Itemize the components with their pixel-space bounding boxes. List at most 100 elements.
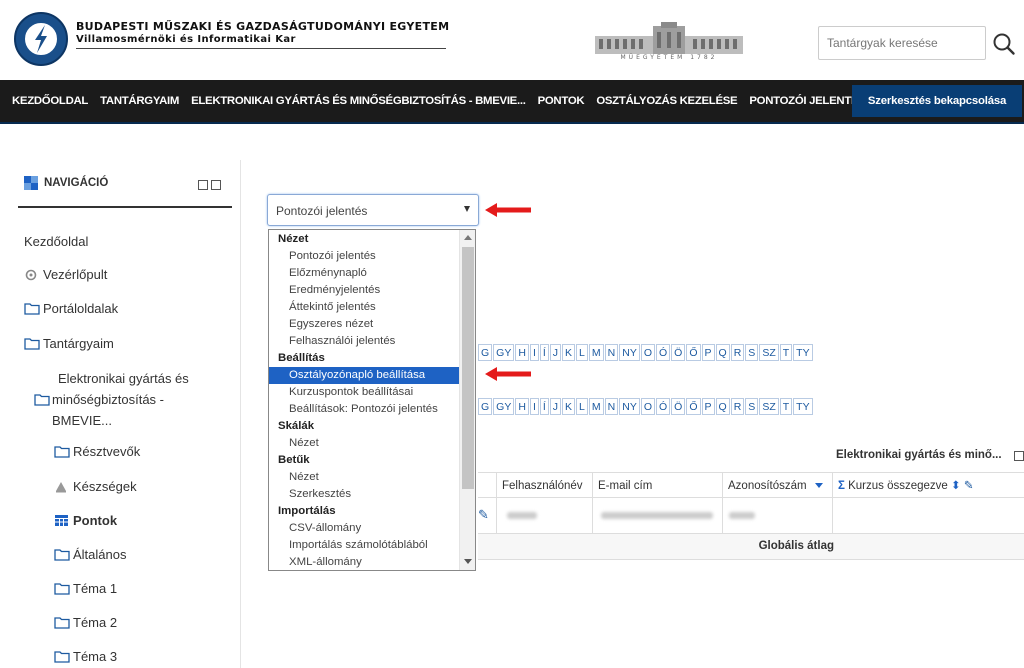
initial-letter-link[interactable]: Ő [686, 398, 701, 415]
report-option[interactable]: Szerkesztés [269, 486, 459, 503]
initial-letter-link[interactable]: H [515, 398, 529, 415]
sidebar-item-home[interactable]: Kezdőoldal [24, 234, 88, 249]
initial-letter-link[interactable]: K [562, 344, 576, 361]
initial-letter-link[interactable]: S [745, 344, 759, 361]
search-icon[interactable] [990, 30, 1018, 58]
initial-letter-link[interactable]: R [730, 344, 745, 361]
initial-letter-link[interactable]: M [588, 398, 604, 415]
nav-grader-report[interactable]: PONTOZÓI JELENTÉS [749, 95, 866, 107]
report-option[interactable]: Előzménynapló [269, 265, 459, 282]
collapse-category-icon[interactable] [1014, 451, 1024, 461]
course-total-cell[interactable] [832, 498, 1024, 534]
sort-icon[interactable]: ⬍ [951, 480, 961, 492]
sidebar-item-topic-2[interactable]: Téma 2 [54, 615, 117, 630]
initial-letter-link[interactable]: Í [539, 398, 549, 415]
turn-editing-on-button[interactable]: Szerkesztés bekapcsolása [852, 85, 1022, 117]
initial-letter-link[interactable]: I [529, 344, 539, 361]
initial-letter-link[interactable]: H [515, 344, 529, 361]
initial-letter-link[interactable]: TY [793, 344, 813, 361]
report-option[interactable]: Áttekintő jelentés [269, 299, 459, 316]
report-option[interactable]: Osztályozónapló beállítása [269, 367, 459, 384]
initial-letter-link[interactable]: T [779, 344, 793, 361]
sidebar-item-my-courses[interactable]: Tantárgyaim [24, 336, 114, 351]
initial-letter-link[interactable]: SZ [759, 344, 779, 361]
username-column-header[interactable]: Felhasználónév [496, 473, 592, 499]
scroll-up-icon[interactable] [464, 235, 472, 240]
sidebar-item-dashboard[interactable]: Vezérlőpult [24, 267, 107, 282]
sidebar-item-grades[interactable]: Pontok [54, 513, 117, 528]
initial-letter-link[interactable]: Ó [656, 344, 671, 361]
initial-letter-link[interactable]: Q [715, 344, 730, 361]
initial-letter-link[interactable]: G [478, 398, 493, 415]
initial-letter-link[interactable]: O [640, 398, 655, 415]
sidebar-item-site-pages[interactable]: Portáloldalak [24, 301, 118, 316]
initial-letter-link[interactable]: Ó [656, 398, 671, 415]
initial-letter-link[interactable]: S [745, 398, 759, 415]
nav-grades[interactable]: PONTOK [538, 95, 585, 107]
initial-letter-link[interactable]: Q [715, 398, 730, 415]
initial-letter-link[interactable]: Í [539, 344, 549, 361]
sidebar-item-topic-3[interactable]: Téma 3 [54, 649, 117, 664]
initial-letter-link[interactable]: Ő [686, 344, 701, 361]
initial-letter-link[interactable]: TY [793, 398, 813, 415]
initial-letter-link[interactable]: GY [493, 344, 515, 361]
report-option[interactable]: Pontozói jelentés [269, 248, 459, 265]
university-logo[interactable] [14, 12, 68, 66]
initial-letter-link[interactable]: GY [493, 398, 515, 415]
initial-letter-link[interactable]: N [604, 398, 619, 415]
sort-desc-icon[interactable] [814, 483, 823, 488]
report-option[interactable]: Nézet [269, 469, 459, 486]
report-option[interactable]: Kurzuspontok beállításai [269, 384, 459, 401]
nav-course[interactable]: ELEKTRONIKAI GYÁRTÁS ÉS MINŐSÉGBIZTOSÍTÁ… [191, 95, 526, 107]
scrollbar-thumb[interactable] [462, 247, 474, 489]
nav-home[interactable]: KEZDŐOLDAL [12, 95, 88, 107]
report-option[interactable]: Eredményjelentés [269, 282, 459, 299]
dropdown-scrollbar[interactable] [459, 230, 475, 570]
initial-letter-link[interactable]: I [529, 398, 539, 415]
initial-letter-link[interactable]: NY [619, 398, 640, 415]
initial-letter-link[interactable]: N [604, 344, 619, 361]
report-option[interactable]: CSV-állomány [269, 520, 459, 537]
initial-letter-link[interactable]: Ö [671, 398, 686, 415]
nav-grade-admin[interactable]: OSZTÁLYOZÁS KEZELÉSE [596, 95, 737, 107]
initial-letter-link[interactable]: K [562, 398, 576, 415]
initial-letter-link[interactable]: P [701, 344, 715, 361]
initial-letter-link[interactable]: P [701, 398, 715, 415]
dock-block-icon[interactable] [211, 180, 221, 190]
scroll-down-icon[interactable] [464, 559, 472, 564]
id-number-column-header[interactable]: Azonosítószám [722, 473, 832, 499]
report-option[interactable]: Nézet [269, 435, 459, 452]
header-divider [76, 48, 446, 49]
report-option[interactable]: Importálás számolótáblából [269, 537, 459, 554]
email-column-header[interactable]: E-mail cím [592, 473, 722, 499]
initial-letter-link[interactable]: Ö [671, 344, 686, 361]
report-option[interactable]: XML-állomány [269, 554, 459, 570]
sidebar-item-participants[interactable]: Résztvevők [54, 444, 140, 459]
initial-letter-link[interactable]: J [549, 398, 562, 415]
initial-letter-link[interactable]: M [588, 344, 604, 361]
initial-letter-link[interactable]: NY [619, 344, 640, 361]
sidebar-item-competencies[interactable]: Készségek [54, 479, 137, 494]
initial-letter-link[interactable]: O [640, 344, 655, 361]
initial-letter-link[interactable]: T [779, 398, 793, 415]
sidebar-item-course[interactable]: Elektronikai gyártás és minőségbiztosítá… [34, 368, 224, 431]
report-select[interactable]: Pontozói jelentés [267, 194, 479, 226]
initial-letter-link[interactable]: R [730, 398, 745, 415]
edit-pencil-icon[interactable]: ✎ [478, 508, 489, 523]
initial-letter-link[interactable]: J [549, 344, 562, 361]
initial-letter-link[interactable]: SZ [759, 398, 779, 415]
report-option[interactable]: Beállítások: Pontozói jelentés [269, 401, 459, 418]
search-input[interactable] [827, 27, 977, 59]
initial-letter-link[interactable]: L [576, 398, 588, 415]
initial-letter-link[interactable]: G [478, 344, 493, 361]
sidebar-item-topic-1[interactable]: Téma 1 [54, 581, 117, 596]
nav-my-courses[interactable]: TANTÁRGYAIM [100, 95, 179, 107]
edit-pencil-icon[interactable]: ✎ [964, 480, 974, 492]
report-option[interactable]: Egyszeres nézet [269, 316, 459, 333]
initial-letter-link[interactable]: L [576, 344, 588, 361]
report-option[interactable]: Felhasználói jelentés [269, 333, 459, 350]
collapse-block-icon[interactable] [198, 180, 208, 190]
course-total-column-header[interactable]: Σ Kurzus összegezve ⬍ ✎ [832, 473, 1024, 499]
sidebar-item-general[interactable]: Általános [54, 547, 126, 562]
search-box [818, 26, 986, 60]
